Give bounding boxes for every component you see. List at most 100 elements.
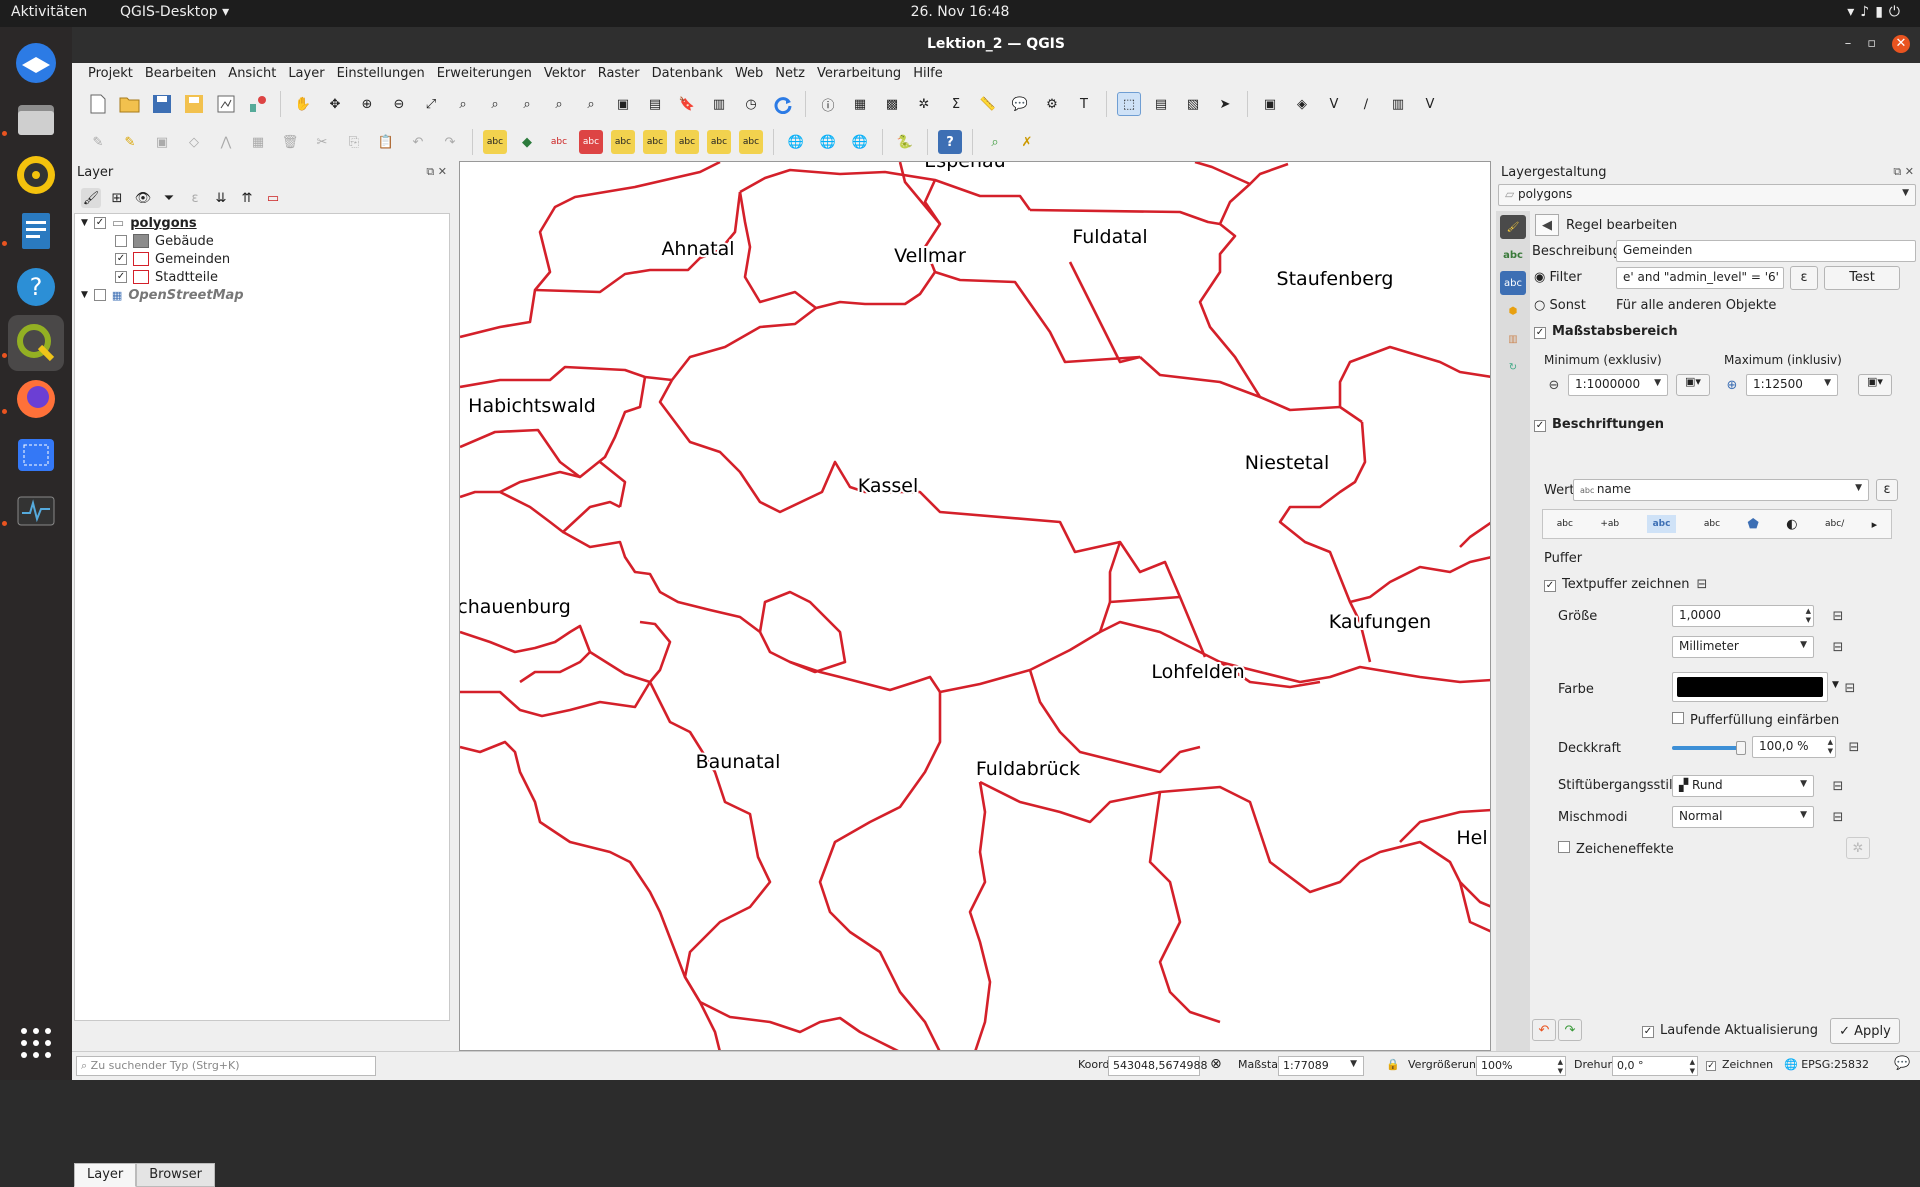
menu-bearbeiten[interactable]: Bearbeiten [139,63,222,85]
panel-float-close-icon[interactable]: ⧉ ✕ [1893,165,1914,179]
filter-legend-icon[interactable]: ⏷ [159,188,179,208]
layer-selector[interactable]: ▱ polygons ▼ [1498,184,1916,206]
layer-row[interactable]: ✓ Stadtteile [75,268,449,286]
label-field-combo[interactable]: abc name ▼ [1573,479,1869,501]
min-scale-combo[interactable]: 1:1000000 ▼ [1568,374,1668,396]
menu-erweiterungen[interactable]: Erweiterungen [431,63,538,85]
magnifier-spinbox[interactable]: 100% ▲ ▼ [1476,1056,1566,1076]
add-layer-icon[interactable]: ◈ [1290,92,1314,116]
plugin-tool-icon[interactable]: ✗ [1015,130,1039,154]
data-defined-override-icon[interactable]: ⊟ [1690,573,1714,595]
text-annotation-icon[interactable]: T [1072,92,1096,116]
dock-writer-icon[interactable] [8,203,64,259]
dock-rhythmbox-icon[interactable] [8,147,64,203]
paste-icon[interactable]: 📋 [374,130,398,154]
expression-builder-icon[interactable]: ε [1876,479,1898,501]
diagrams-tab-icon[interactable]: ▥ [1500,327,1526,351]
else-radio[interactable]: ○ Sonst [1534,298,1586,313]
maximize-icon[interactable]: ▫ [1867,36,1892,51]
spinner-arrows-icon[interactable]: ▲ ▼ [1690,1058,1695,1076]
menu-einstellungen[interactable]: Einstellungen [331,63,431,85]
style-manager-icon[interactable] [246,92,270,116]
measure-icon[interactable]: 📏 [976,92,1000,116]
select-location-icon[interactable]: ➤ [1213,92,1237,116]
toggle-edit-icon[interactable]: ✎ [118,130,142,154]
dock-app-grid-icon[interactable] [8,1015,64,1071]
dock-thunderbird-icon[interactable] [8,35,64,91]
add-group-icon[interactable]: ⊞ [107,188,127,208]
zoom-to-selection-icon[interactable]: ⌕ [451,92,475,116]
menu-verarbeitung[interactable]: Verarbeitung [811,63,907,85]
data-source-manager-icon[interactable]: ▣ [1258,92,1282,116]
copy-icon[interactable]: ⎘ [342,130,366,154]
data-defined-override-icon[interactable]: ⊟ [1838,677,1862,699]
chevron-down-icon[interactable]: ▼ [81,218,88,228]
lock-scale-icon[interactable]: 🔒 [1386,1058,1400,1071]
join-style-combo[interactable]: ▞ Rund ▼ [1672,775,1814,797]
minimize-icon[interactable]: – [1845,36,1868,51]
identify-icon[interactable]: ⓘ [816,92,840,116]
zoom-in-icon[interactable]: ⊕ [355,92,379,116]
draw-effects-checkbox[interactable]: Zeicheneffekte [1558,841,1674,857]
3d-view-tab-icon[interactable]: ⬢ [1500,299,1526,323]
expand-all-icon[interactable]: ⇊ [211,188,231,208]
crs-button[interactable]: 🌐 EPSG:25832 [1784,1058,1869,1071]
attribute-table-icon[interactable]: ▦ [848,92,872,116]
scale-range-checkbox[interactable]: ✓ Maßstabsbereich [1534,324,1678,339]
group-checkbox[interactable]: ✓ [93,217,106,229]
buffer-color-button[interactable] [1672,672,1828,702]
rotate-label-icon[interactable]: abc [643,130,667,154]
save-edits-icon[interactable]: ▣ [150,130,174,154]
label-properties-icon[interactable]: abc [739,130,763,154]
redo-icon[interactable]: ↷ [1558,1019,1582,1041]
layer-row[interactable]: ✓ Gemeinden [75,250,449,268]
zoom-next-icon[interactable]: ⌕ [579,92,603,116]
set-current-scale-icon[interactable]: ▣▾ [1858,374,1892,396]
manage-themes-icon[interactable]: 👁 [133,188,153,208]
web-service-icon[interactable]: 🌐 [816,130,840,154]
rotation-spinbox[interactable]: 0,0 ° ▲ ▼ [1612,1056,1698,1076]
history-tab-icon[interactable]: ↻ [1500,355,1526,379]
pin-label-icon[interactable]: abc [707,130,731,154]
layer-checkbox[interactable]: ✓ [115,271,127,283]
pan-to-selection-icon[interactable]: ✥ [323,92,347,116]
select-features-icon[interactable]: ⬚ [1117,92,1141,116]
size-unit-combo[interactable]: Millimeter ▼ [1672,636,1814,658]
metasearch-icon[interactable]: 🌐 [848,130,872,154]
show-hide-labels-icon[interactable]: abc [579,130,603,154]
scale-combo[interactable]: 1:77089 ▼ [1278,1056,1364,1076]
zoom-to-layer-icon[interactable]: ⌕ [483,92,507,116]
fill-buffer-checkbox[interactable]: Pufferfüllung einfärben [1672,712,1839,728]
quick-search-icon[interactable]: ⌕ [983,130,1007,154]
app-menu[interactable]: QGIS-Desktop ▾ [120,4,229,20]
data-defined-override-icon[interactable]: ⊟ [1826,775,1850,797]
statistics-icon[interactable]: Σ [944,92,968,116]
highlight-pinned-icon[interactable]: abc [547,130,571,154]
tab-browser[interactable]: Browser [136,1163,215,1187]
layout-manager-icon[interactable]: ▥ [1386,92,1410,116]
labels-tab-icon[interactable]: abc [1500,243,1526,267]
dock-screenshot-icon[interactable] [8,427,64,483]
callouts-tab-icon[interactable]: abc∕ [1825,519,1844,529]
map-canvas[interactable]: Espenau Ahnatal Vellmar Fuldatal Staufenberg… [459,161,1491,1051]
blend-mode-combo[interactable]: Normal ▼ [1672,806,1814,828]
toggle-extents-icon[interactable]: ⊗ [1210,1056,1222,1072]
show-bookmarks-icon[interactable]: ▥ [707,92,731,116]
refresh-icon[interactable] [771,92,795,116]
render-checkbox[interactable]: ✓ Zeichnen [1706,1058,1773,1071]
description-input[interactable]: Gemeinden [1616,240,1916,262]
menu-datenbank[interactable]: Datenbank [646,63,729,85]
menu-vektor[interactable]: Vektor [538,63,592,85]
effects-settings-icon[interactable]: ✲ [1846,837,1870,859]
print-layout-icon[interactable] [214,92,238,116]
size-spinbox[interactable]: 1,0000 ▲ ▼ [1672,605,1814,627]
opacity-spinbox[interactable]: 100,0 % ▲ ▼ [1752,736,1836,758]
label-tool-icon[interactable]: abc [483,130,507,154]
digitize-icon[interactable]: ∕ [1354,92,1378,116]
labels-checkbox[interactable]: ✓ Beschriftungen [1534,417,1664,432]
dock-firefox-icon[interactable] [8,371,64,427]
live-update-checkbox[interactable]: ✓ Laufende Aktualisierung [1642,1023,1818,1038]
spinner-arrows-icon[interactable]: ▲ ▼ [1558,1058,1563,1076]
field-calculator-icon[interactable]: ▩ [880,92,904,116]
edit-icon[interactable]: ✎ [86,130,110,154]
